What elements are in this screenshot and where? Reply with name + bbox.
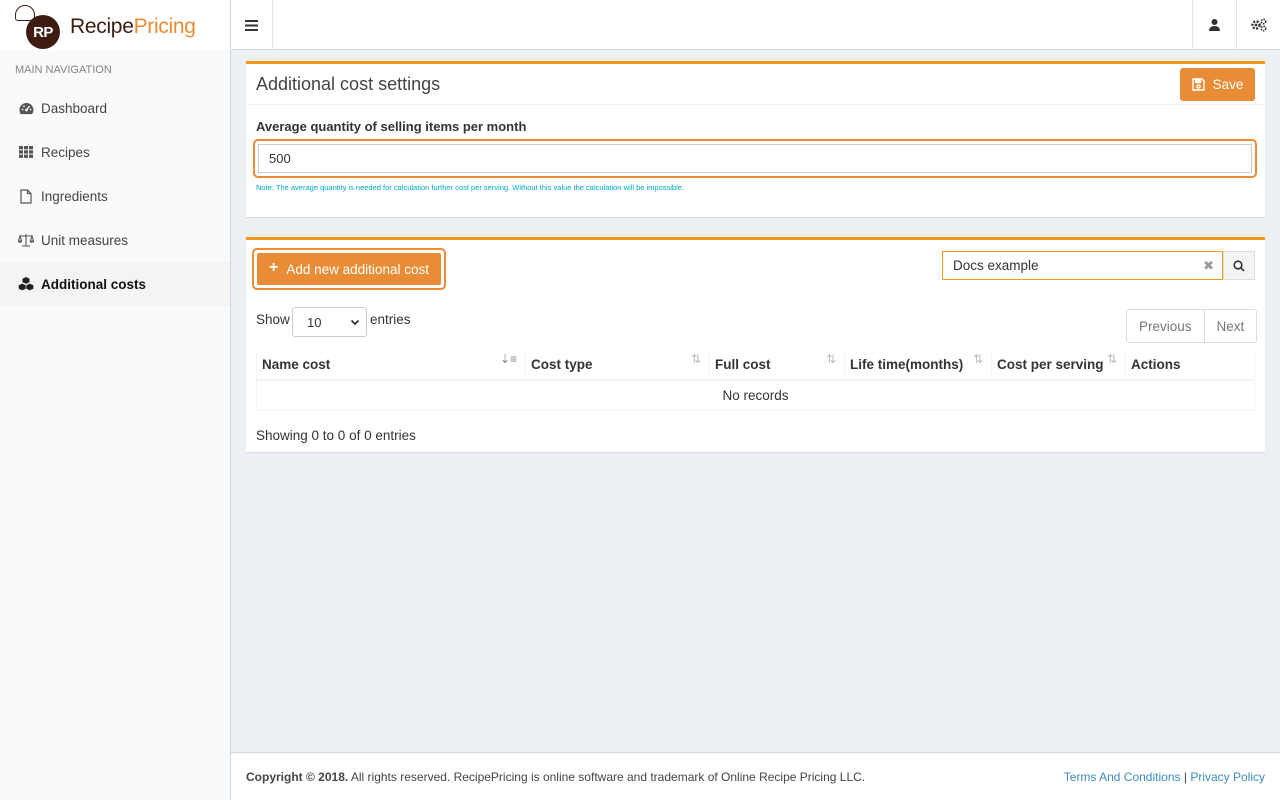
table-row: No records: [256, 379, 1255, 411]
add-cost-highlight: + Add new additional cost: [252, 248, 446, 290]
column-header-cost-type[interactable]: Cost type ⇅: [525, 349, 710, 381]
sort-icon: ⇅: [1106, 352, 1117, 366]
save-button[interactable]: Save: [1180, 68, 1255, 101]
sidebar-item-ingredients[interactable]: Ingredients: [0, 174, 230, 218]
top-bar: [231, 0, 1280, 50]
sidebar-item-label: Additional costs: [41, 276, 147, 292]
logo-text: RecipePricing: [70, 15, 196, 39]
add-cost-label: Add new additional cost: [286, 261, 429, 277]
floppy-disk-icon: [1191, 78, 1205, 91]
column-header-full-cost[interactable]: Full cost ⇅: [709, 349, 845, 381]
chevron-down-icon: [350, 319, 360, 326]
grid-icon: [18, 144, 34, 160]
gears-icon: [1250, 18, 1267, 32]
table-info: Showing 0 to 0 of 0 entries: [256, 428, 416, 443]
sidebar-item-recipes[interactable]: Recipes: [0, 130, 230, 174]
column-label: Actions: [1131, 356, 1181, 372]
cubes-icon: [18, 276, 34, 292]
sidebar-item-dashboard[interactable]: Dashboard: [0, 86, 230, 130]
balance-scale-icon: [18, 232, 34, 248]
logo-badge: RP: [14, 5, 62, 49]
menu-toggle-button[interactable]: [231, 0, 273, 50]
privacy-link[interactable]: Privacy Policy: [1190, 770, 1265, 784]
pagination: Previous Next: [1126, 309, 1258, 343]
footer: Copyright © 2018. All rights reserved. R…: [231, 752, 1280, 800]
copyright-bold: Copyright © 2018.: [246, 769, 349, 784]
avg-quantity-label: Average quantity of selling items per mo…: [256, 119, 527, 134]
footer-separator: |: [1183, 769, 1187, 784]
column-header-cost-per-serving[interactable]: Cost per serving ⇅: [991, 349, 1126, 381]
save-label: Save: [1212, 77, 1244, 92]
sidebar-item-unit-measures[interactable]: Unit measures: [0, 218, 230, 262]
page-size-value: 10: [307, 314, 322, 330]
search-icon: [1233, 259, 1245, 272]
column-label: Cost type: [531, 356, 593, 372]
search-button[interactable]: [1223, 251, 1255, 280]
table-header-row: Name cost ⇣≡ Cost type ⇅ Full cost ⇅ Life t…: [256, 349, 1255, 381]
column-label: Name cost: [262, 356, 331, 372]
dashboard-icon: [18, 100, 34, 116]
panel-header: Additional cost settings Save: [246, 64, 1265, 105]
nav-header: MAIN NAVIGATION: [15, 64, 112, 76]
next-page-button[interactable]: Next: [1203, 310, 1257, 342]
sort-icon: ⇅: [690, 352, 701, 366]
entries-label: entries: [370, 312, 411, 327]
logo[interactable]: RP RecipePricing: [0, 0, 230, 50]
sort-asc-icon: ⇣≡: [499, 352, 517, 366]
user-icon: [1209, 19, 1220, 31]
cost-settings-panel: Additional cost settings Save Average qu…: [246, 61, 1265, 217]
copyright: Copyright © 2018. All rights reserved. R…: [246, 770, 865, 784]
page-size-select[interactable]: 10: [292, 307, 367, 337]
avg-quantity-note: Note: The average quantity is needed for…: [256, 183, 685, 192]
sort-icon: ⇅: [972, 352, 983, 366]
user-menu-button[interactable]: [1192, 0, 1236, 50]
show-label: Show: [256, 312, 290, 327]
sidebar: RP RecipePricing MAIN NAVIGATION Dashboa…: [0, 0, 231, 800]
sidebar-item-label: Recipes: [41, 144, 90, 160]
copyright-text: All rights reserved. RecipePricing is on…: [348, 769, 866, 784]
search-input[interactable]: Docs example ✖: [942, 251, 1223, 280]
column-label: Life time(months): [850, 356, 964, 372]
panel-title: Additional cost settings: [256, 74, 441, 94]
sidebar-item-label: Ingredients: [41, 188, 108, 204]
logo-initials: RP: [26, 15, 60, 49]
sidebar-item-label: Unit measures: [41, 232, 129, 248]
settings-button[interactable]: [1236, 0, 1280, 50]
footer-links: Terms And Conditions | Privacy Policy: [1064, 770, 1265, 784]
column-label: Cost per serving: [997, 356, 1104, 372]
sort-icon: ⇅: [825, 352, 836, 366]
search-value: Docs example: [953, 258, 1039, 273]
terms-link[interactable]: Terms And Conditions: [1064, 770, 1181, 784]
sidebar-item-label: Dashboard: [41, 100, 108, 116]
plus-icon: +: [269, 259, 279, 276]
logo-text-part1: Recipe: [70, 15, 134, 38]
file-icon: [18, 188, 34, 204]
hamburger-icon: [245, 19, 258, 31]
previous-page-button[interactable]: Previous: [1127, 310, 1204, 342]
avg-quantity-highlight: 500: [253, 139, 1257, 178]
column-header-actions: Actions: [1125, 349, 1255, 381]
empty-table-message: No records: [256, 379, 1255, 411]
additional-costs-panel: + Add new additional cost Docs example ✖…: [246, 237, 1265, 452]
add-new-cost-button[interactable]: + Add new additional cost: [257, 253, 441, 285]
avg-quantity-input[interactable]: 500: [258, 144, 1252, 173]
column-label: Full cost: [715, 356, 771, 372]
column-header-life-time[interactable]: Life time(months) ⇅: [844, 349, 992, 381]
clear-search-icon[interactable]: ✖: [1203, 258, 1214, 274]
costs-table: Name cost ⇣≡ Cost type ⇅ Full cost ⇅ Life t…: [256, 349, 1255, 411]
logo-text-part2: Pricing: [133, 15, 196, 38]
column-header-name-cost[interactable]: Name cost ⇣≡: [256, 349, 526, 381]
sidebar-item-additional-costs[interactable]: Additional costs: [0, 262, 230, 306]
